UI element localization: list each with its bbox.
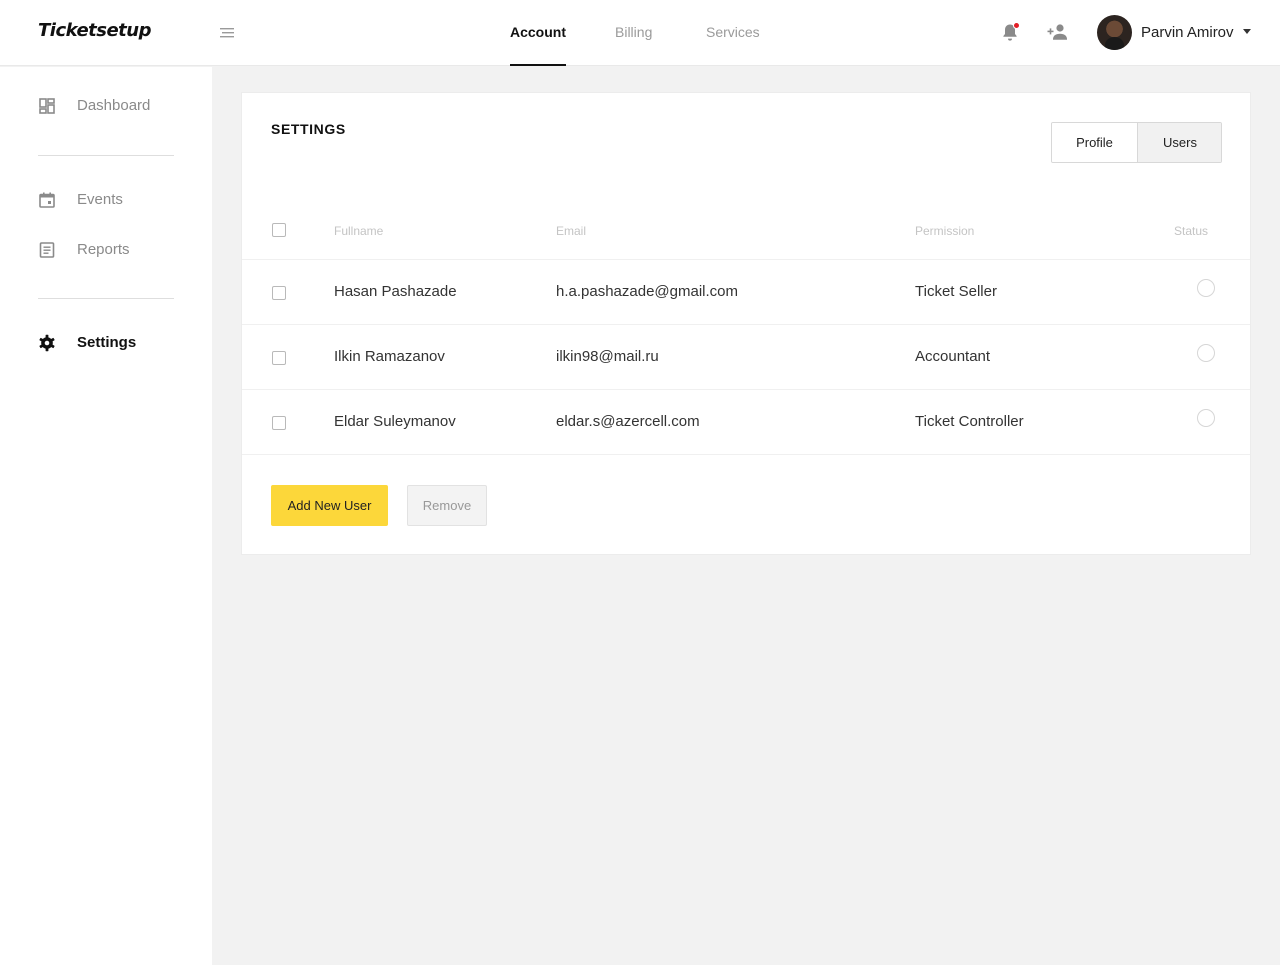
sidebar-divider: [38, 155, 174, 156]
status-radio[interactable]: [1197, 279, 1215, 297]
chevron-down-icon[interactable]: [1243, 29, 1251, 34]
remove-button[interactable]: Remove: [407, 485, 487, 526]
column-header-permission: Permission: [915, 224, 975, 238]
status-radio[interactable]: [1197, 409, 1215, 427]
sidebar-item-label: Dashboard: [77, 97, 151, 114]
cell-email: h.a.pashazade@gmail.com: [556, 283, 738, 300]
sidebar-item-label: Reports: [77, 241, 130, 258]
sidebar-item-label: Events: [77, 191, 123, 208]
app-logo[interactable]: Ticketsetup: [38, 20, 152, 41]
cell-fullname: Eldar Suleymanov: [334, 413, 456, 430]
cell-permission: Ticket Seller: [915, 283, 997, 300]
settings-segmented-control: Profile Users: [1051, 122, 1222, 163]
add-new-user-button[interactable]: Add New User: [271, 485, 388, 526]
sidebar-item-settings[interactable]: Settings: [38, 332, 188, 356]
gear-icon: [39, 334, 55, 352]
table-row[interactable]: Eldar Suleymanov eldar.s@azercell.com Ti…: [242, 390, 1250, 455]
tab-billing[interactable]: Billing: [615, 24, 652, 66]
sidebar-item-label: Settings: [77, 334, 137, 351]
cell-fullname: Hasan Pashazade: [334, 283, 457, 300]
cell-email: ilkin98@mail.ru: [556, 348, 659, 365]
document-icon: [39, 242, 55, 258]
cell-email: eldar.s@azercell.com: [556, 413, 700, 430]
sidebar-item-events[interactable]: Events: [38, 189, 188, 213]
table-row[interactable]: Ilkin Ramazanov ilkin98@mail.ru Accounta…: [242, 325, 1250, 390]
status-radio[interactable]: [1197, 344, 1215, 362]
dashboard-icon: [39, 98, 55, 114]
cell-permission: Accountant: [915, 348, 991, 365]
select-all-checkbox[interactable]: [272, 223, 286, 237]
sidebar-item-reports[interactable]: Reports: [38, 239, 188, 263]
add-user-icon[interactable]: [1046, 21, 1070, 43]
calendar-icon: [39, 192, 55, 208]
segment-users-button[interactable]: Users: [1138, 123, 1221, 162]
column-header-fullname: Fullname: [334, 224, 384, 238]
cell-permission: Ticket Controller: [915, 413, 1024, 430]
notification-dot: [1013, 22, 1020, 29]
top-bar: Ticketsetup Account Billing Services Par…: [0, 0, 1280, 66]
table-header: Fullname Email Permission Status: [242, 210, 1250, 260]
column-header-status: Status: [1174, 224, 1209, 238]
table-row[interactable]: Hasan Pashazade h.a.pashazade@gmail.com …: [242, 260, 1250, 325]
column-header-email: Email: [556, 224, 587, 238]
row-checkbox[interactable]: [272, 286, 286, 300]
row-checkbox[interactable]: [272, 416, 286, 430]
user-name[interactable]: Parvin Amirov: [1141, 24, 1234, 41]
sidebar: Dashboard Events Reports Settings: [0, 67, 212, 965]
row-checkbox[interactable]: [272, 351, 286, 365]
cell-fullname: Ilkin Ramazanov: [334, 348, 445, 365]
page-title: SETTINGS: [271, 121, 346, 137]
avatar[interactable]: [1097, 15, 1132, 50]
sidebar-item-dashboard[interactable]: Dashboard: [38, 95, 188, 119]
notification-button[interactable]: [999, 21, 1021, 43]
tab-account[interactable]: Account: [510, 24, 566, 66]
segment-profile-button[interactable]: Profile: [1052, 123, 1138, 162]
sidebar-divider: [38, 298, 174, 299]
tab-services[interactable]: Services: [706, 24, 760, 66]
menu-toggle-icon[interactable]: [219, 25, 237, 41]
settings-card: SETTINGS Profile Users Fullname Email Pe…: [241, 92, 1251, 555]
